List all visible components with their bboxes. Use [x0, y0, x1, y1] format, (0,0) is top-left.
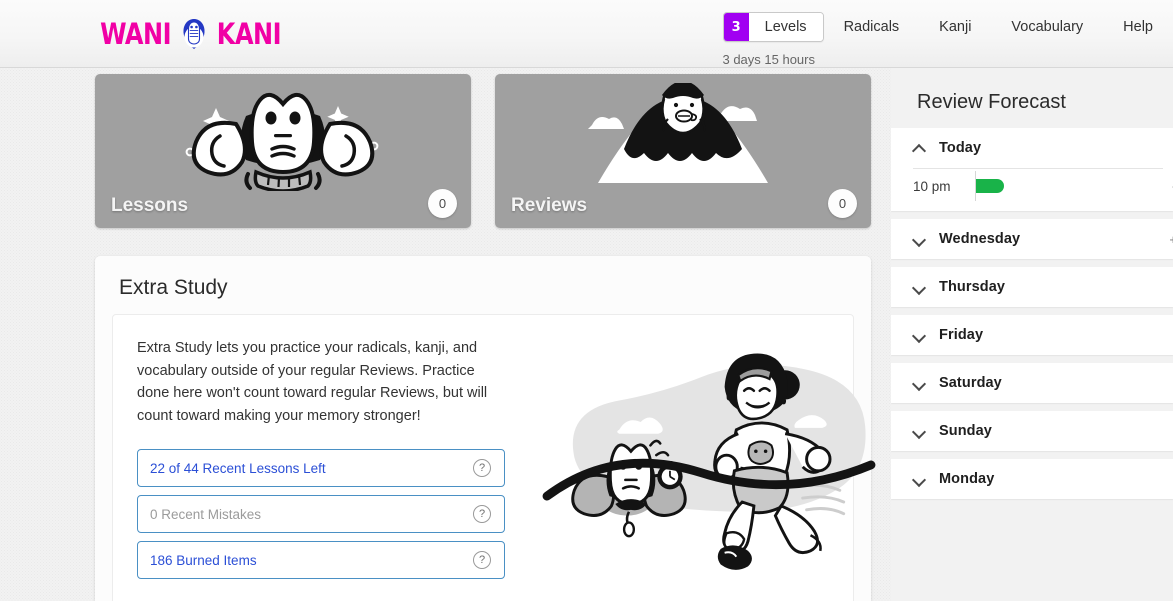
review-forecast-panel: Review Forecast Today 10 pm - Wednesday …	[891, 68, 1173, 601]
forecast-bar	[976, 179, 1004, 193]
forecast-header-sunday[interactable]: Sunday	[891, 411, 1173, 451]
forecast-group-saturday: Saturday -	[891, 363, 1173, 403]
reviews-count: 0	[828, 189, 857, 218]
recent-lessons-button[interactable]: 22 of 44 Recent Lessons Left ?	[137, 449, 505, 488]
burned-items-button[interactable]: 186 Burned Items ?	[137, 541, 505, 580]
forecast-row: 10 pm -	[891, 169, 1173, 203]
review-forecast-title: Review Forecast	[917, 91, 1066, 113]
lessons-count: 0	[428, 189, 457, 218]
burned-items-label: 186 Burned Items	[150, 552, 257, 568]
forecast-header-friday[interactable]: Friday	[891, 315, 1173, 355]
forecast-group-wednesday: Wednesday +	[891, 219, 1173, 259]
reviews-card[interactable]: Reviews 0	[495, 74, 871, 228]
runner-finish-line-icon	[529, 337, 885, 587]
extra-study-body: Extra Study lets you practice your radic…	[112, 314, 876, 601]
chevron-down-icon	[913, 424, 927, 438]
extra-study-title: Extra Study	[119, 276, 228, 299]
main-nav: 3 Levels Radicals Kanji Vocabulary Help	[722, 12, 1173, 42]
nav-item-vocabulary[interactable]: Vocabulary	[991, 12, 1103, 42]
logo-word-kani: KANI	[217, 16, 282, 51]
nav-item-kanji[interactable]: Kanji	[919, 12, 991, 42]
forecast-day-label: Monday	[939, 471, 995, 487]
recent-lessons-label: 22 of 44 Recent Lessons Left	[150, 460, 326, 476]
recent-mistakes-label: 0 Recent Mistakes	[150, 506, 262, 522]
chevron-down-icon	[913, 232, 927, 246]
logo-word-wani: WANI	[100, 16, 172, 51]
lessons-card[interactable]: Lessons 0	[95, 74, 471, 228]
forecast-header-today[interactable]: Today	[891, 128, 1173, 168]
forecast-rows-today: 10 pm -	[891, 169, 1173, 211]
levels-label: Levels	[748, 13, 823, 41]
forecast-group-friday: Friday	[891, 315, 1173, 355]
extra-study-left-column: Extra Study lets you practice your radic…	[137, 337, 529, 587]
chevron-up-icon	[913, 141, 927, 155]
nav-item-radicals[interactable]: Radicals	[824, 12, 920, 42]
question-mark-icon[interactable]: ?	[473, 459, 491, 478]
level-badge: 3	[723, 13, 749, 41]
summary-cards: Lessons 0 Reviews 0	[95, 74, 871, 228]
recent-mistakes-button[interactable]: 0 Recent Mistakes ?	[137, 495, 505, 534]
forecast-day-delta: +	[1169, 232, 1173, 247]
forecast-day-label: Friday	[939, 327, 984, 343]
forecast-day-label: Saturday	[939, 375, 1002, 391]
chevron-down-icon	[913, 376, 927, 390]
level-countdown: 3 days 15 hours	[722, 52, 815, 67]
forecast-day-label: Wednesday	[939, 231, 1021, 247]
lessons-card-title: Lessons	[111, 195, 189, 216]
forecast-header-wednesday[interactable]: Wednesday +	[891, 219, 1173, 259]
forecast-group-today: Today 10 pm -	[891, 128, 1173, 211]
crabigator-lessons-icon	[95, 82, 471, 194]
forecast-day-label: Sunday	[939, 423, 992, 439]
extra-study-panel: Extra Study Extra Study lets you practic…	[95, 256, 876, 601]
forecast-group-sunday: Sunday	[891, 411, 1173, 451]
chevron-down-icon	[913, 280, 927, 294]
forecast-row-time: 10 pm	[913, 178, 951, 194]
question-mark-icon[interactable]: ?	[473, 505, 491, 524]
wanikani-logo[interactable]: WANI KANI	[97, 17, 284, 51]
chevron-down-icon	[913, 328, 927, 342]
crabigator-logo-icon	[177, 17, 211, 51]
forecast-header-thursday[interactable]: Thursday -	[891, 267, 1173, 307]
reviews-card-title: Reviews	[511, 195, 588, 216]
forecast-group-monday: Monday -	[891, 459, 1173, 499]
levels-button[interactable]: 3 Levels	[722, 12, 824, 42]
forecast-day-label: Today	[939, 140, 982, 156]
nav-item-help[interactable]: Help	[1103, 12, 1173, 42]
forecast-header-saturday[interactable]: Saturday -	[891, 363, 1173, 403]
chevron-down-icon	[913, 472, 927, 486]
forecast-group-thursday: Thursday -	[891, 267, 1173, 307]
site-header: WANI KANI 3 Levels Radicals Kanji Vocabu…	[0, 0, 1173, 68]
forecast-day-label: Thursday	[939, 279, 1006, 295]
question-mark-icon[interactable]: ?	[473, 551, 491, 570]
extra-study-description: Extra Study lets you practice your radic…	[137, 340, 488, 424]
mountain-reviews-icon	[495, 82, 871, 194]
forecast-header-monday[interactable]: Monday -	[891, 459, 1173, 499]
main-content: Lessons 0 Reviews 0 Extra Study Extra St…	[0, 68, 890, 601]
